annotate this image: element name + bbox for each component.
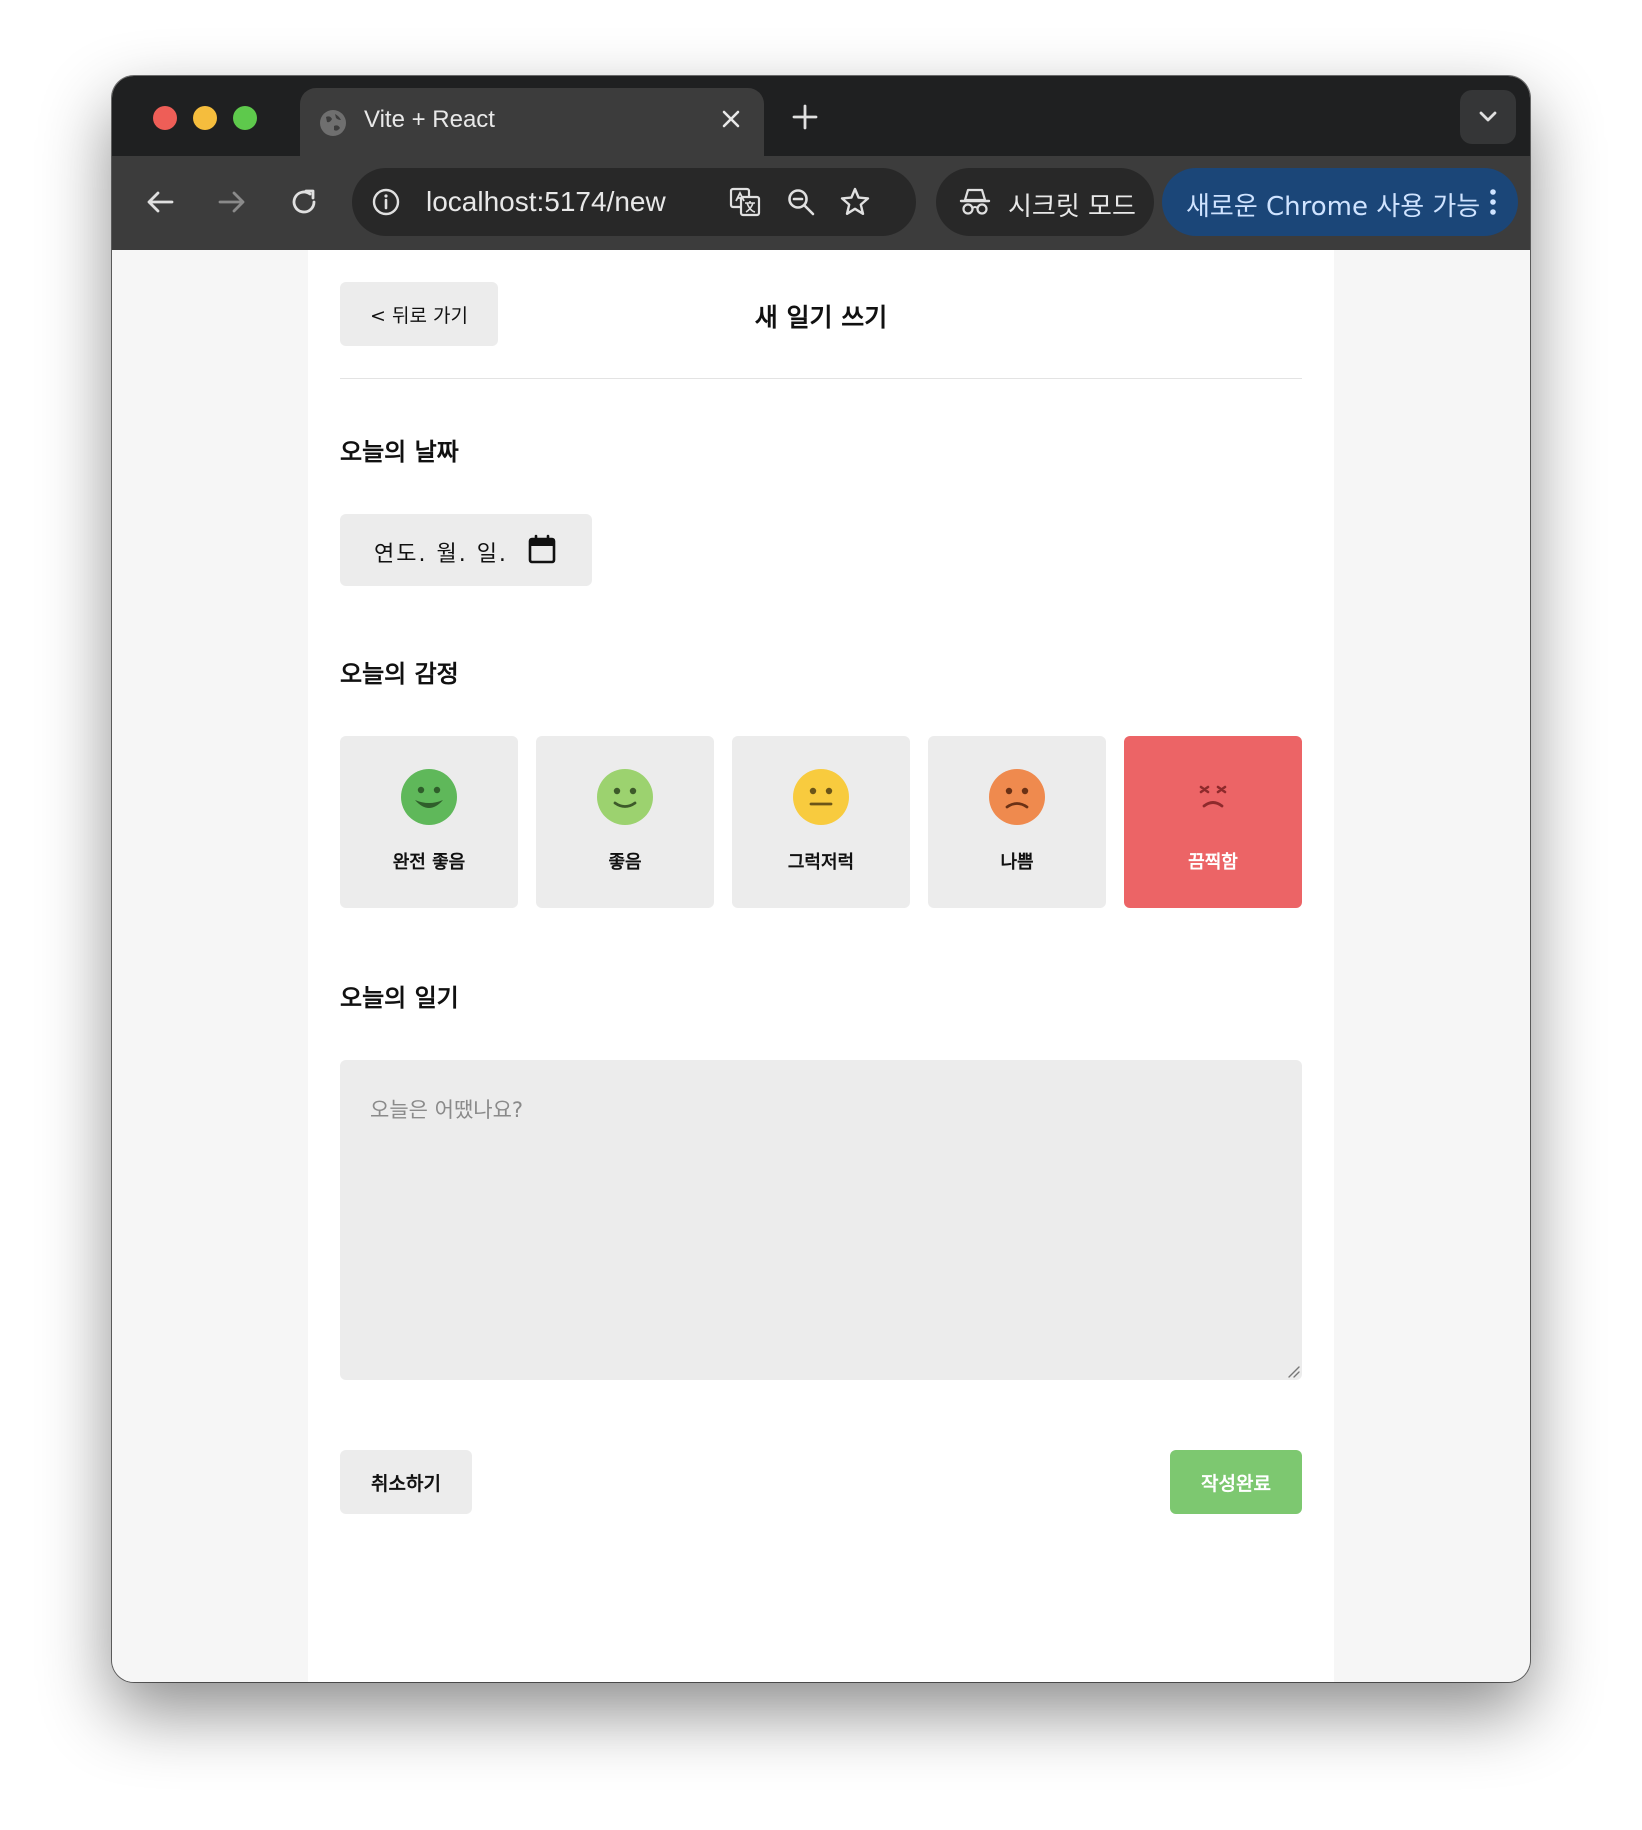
- emotion-label-okay: 그럭저럭: [787, 852, 855, 873]
- emotion-label-terrible: 끔찍함: [1188, 852, 1238, 873]
- angry-face-icon: [1185, 769, 1241, 825]
- close-window-button[interactable]: [153, 106, 177, 130]
- emotion-item-okay[interactable]: 그럭저럭: [732, 736, 910, 908]
- translate-icon[interactable]: [728, 185, 762, 219]
- minimize-window-button[interactable]: [193, 106, 217, 130]
- calendar-icon[interactable]: [528, 534, 556, 564]
- emotion-label-good: 좋음: [608, 852, 642, 873]
- emotion-item-great[interactable]: 완전 좋음: [340, 736, 518, 908]
- incognito-icon: [959, 188, 991, 215]
- info-icon[interactable]: [370, 186, 402, 218]
- close-icon[interactable]: [716, 104, 746, 134]
- happy-face-icon: [597, 769, 653, 825]
- back-arrow-icon[interactable]: [140, 182, 180, 222]
- emotion-section-label: 오늘의 감정: [340, 660, 459, 688]
- date-input[interactable]: 연도. 월. 일.: [340, 514, 592, 586]
- update-label: 새로운 Chrome 사용 가능: [1186, 192, 1481, 222]
- diary-editor: < 뒤로 가기 새 일기 쓰기 오늘의 날짜 연도. 월. 일. 오늘의 감정: [308, 250, 1334, 1682]
- emotion-item-terrible[interactable]: 끔찍함: [1124, 736, 1302, 908]
- sad-face-icon: [989, 769, 1045, 825]
- emotion-label-great: 완전 좋음: [392, 852, 466, 873]
- browser-window: Vite + React localhost:5174/new 시크릿 모드 새…: [112, 76, 1530, 1682]
- chevron-down-icon: [1479, 111, 1497, 122]
- chrome-update-button[interactable]: 새로운 Chrome 사용 가능: [1162, 168, 1518, 236]
- tab-bar: Vite + React: [112, 76, 1530, 156]
- more-vert-icon[interactable]: [1488, 186, 1498, 218]
- emotion-selector: 완전 좋음 좋음 그럭저럭 나쁨 끔찍함: [340, 736, 1302, 908]
- submit-button[interactable]: 작성완료: [1170, 1450, 1302, 1514]
- diary-section-label: 오늘의 일기: [340, 984, 459, 1012]
- url-text: localhost:5174/new: [426, 186, 666, 217]
- page-viewport: < 뒤로 가기 새 일기 쓰기 오늘의 날짜 연도. 월. 일. 오늘의 감정: [112, 250, 1530, 1682]
- incognito-label: 시크릿 모드: [1008, 192, 1136, 222]
- page-title: 새 일기 쓰기: [754, 303, 888, 332]
- plus-icon[interactable]: [788, 100, 822, 134]
- emotion-item-bad[interactable]: 나쁨: [928, 736, 1106, 908]
- tab-title: Vite + React: [364, 106, 495, 133]
- globe-icon: [320, 110, 346, 136]
- browser-tab[interactable]: Vite + React: [300, 88, 764, 156]
- zoom-icon[interactable]: [784, 185, 818, 219]
- reload-icon[interactable]: [284, 182, 324, 222]
- forward-arrow-icon[interactable]: [212, 182, 252, 222]
- maximize-window-button[interactable]: [233, 106, 257, 130]
- browser-toolbar: localhost:5174/new 시크릿 모드 새로운 Chrome 사용 …: [112, 156, 1530, 250]
- neutral-face-icon: [793, 769, 849, 825]
- star-icon[interactable]: [838, 185, 872, 219]
- incognito-indicator[interactable]: 시크릿 모드: [936, 168, 1154, 236]
- emotion-label-bad: 나쁨: [1000, 852, 1034, 873]
- very-happy-face-icon: [401, 769, 457, 825]
- tab-search-button[interactable]: [1460, 90, 1516, 144]
- header-divider: [340, 378, 1302, 379]
- diary-textarea[interactable]: [340, 1060, 1302, 1380]
- cancel-button[interactable]: 취소하기: [340, 1450, 472, 1514]
- date-section-label: 오늘의 날짜: [340, 438, 459, 466]
- emotion-item-good[interactable]: 좋음: [536, 736, 714, 908]
- resize-handle-icon[interactable]: [1286, 1364, 1300, 1378]
- date-placeholder: 연도. 월. 일.: [374, 542, 508, 567]
- address-bar[interactable]: localhost:5174/new: [352, 168, 916, 236]
